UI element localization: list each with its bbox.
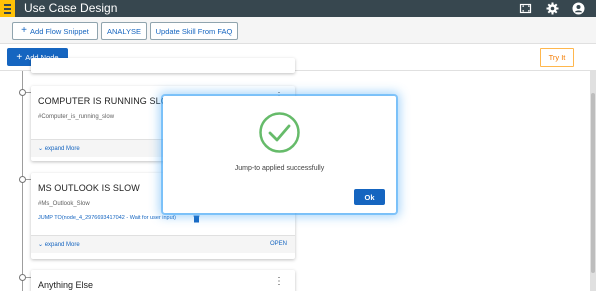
toolbar: + Add Flow Snippet ANALYSE Update Skill …	[0, 17, 596, 44]
app-header: Use Case Design	[0, 0, 596, 17]
try-it-button[interactable]: Try It	[540, 48, 574, 67]
node-connector-dot	[19, 176, 26, 183]
node-intent: #Computer_is_running_slow	[38, 114, 115, 120]
expand-more-link[interactable]: ⌄ expand More	[38, 145, 80, 152]
add-flow-snippet-button[interactable]: + Add Flow Snippet	[12, 22, 98, 40]
expand-more-link[interactable]: ⌄ expand More	[38, 241, 80, 248]
check-circle-icon	[259, 112, 300, 153]
vertical-scrollbar[interactable]	[590, 71, 596, 291]
more-options-icon[interactable]: ⋮	[274, 277, 284, 287]
plus-icon: +	[21, 25, 28, 36]
node-title: MS OUTLOOK IS SLOW	[38, 183, 140, 193]
fullscreen-icon[interactable]	[519, 2, 532, 15]
jump-to-link[interactable]: JUMP TO(node_4_2976693417042 - Wait for …	[38, 215, 176, 221]
analyse-button[interactable]: ANALYSE	[101, 22, 147, 40]
analyse-label: ANALYSE	[106, 26, 142, 36]
add-flow-snippet-label: Add Flow Snippet	[30, 26, 89, 36]
node-card-partial[interactable]	[31, 58, 295, 73]
hamburger-menu-icon[interactable]	[0, 0, 15, 17]
node-title: Anything Else	[38, 280, 94, 290]
app-title: Use Case Design	[24, 1, 118, 15]
node-footer: ⌄ expand More OPEN	[31, 235, 295, 253]
settings-gear-icon[interactable]	[546, 2, 559, 15]
scrollbar-thumb[interactable]	[591, 93, 595, 273]
delete-icon[interactable]	[193, 215, 200, 223]
update-skill-from-faq-button[interactable]: Update Skill From FAQ	[150, 22, 238, 40]
update-skill-label: Update Skill From FAQ	[155, 26, 233, 36]
expand-label: expand More	[44, 146, 80, 152]
node-connector-dot	[19, 89, 26, 96]
plus-icon: +	[16, 51, 23, 63]
dialog-message: Jump-to applied successfully	[234, 165, 325, 172]
node-connector-dot	[19, 274, 26, 281]
node-intent: #Ms_Outlook_Slow	[38, 201, 90, 207]
ok-button[interactable]: Ok	[354, 189, 385, 205]
expand-label: expand More	[44, 242, 80, 248]
open-link[interactable]: OPEN	[270, 241, 287, 247]
node-title: COMPUTER IS RUNNING SLOW	[38, 96, 177, 106]
node-card-anything-else[interactable]: Anything Else ⋮	[31, 270, 295, 291]
account-icon[interactable]	[572, 2, 585, 15]
success-dialog: Jump-to applied successfully Ok	[163, 96, 396, 213]
